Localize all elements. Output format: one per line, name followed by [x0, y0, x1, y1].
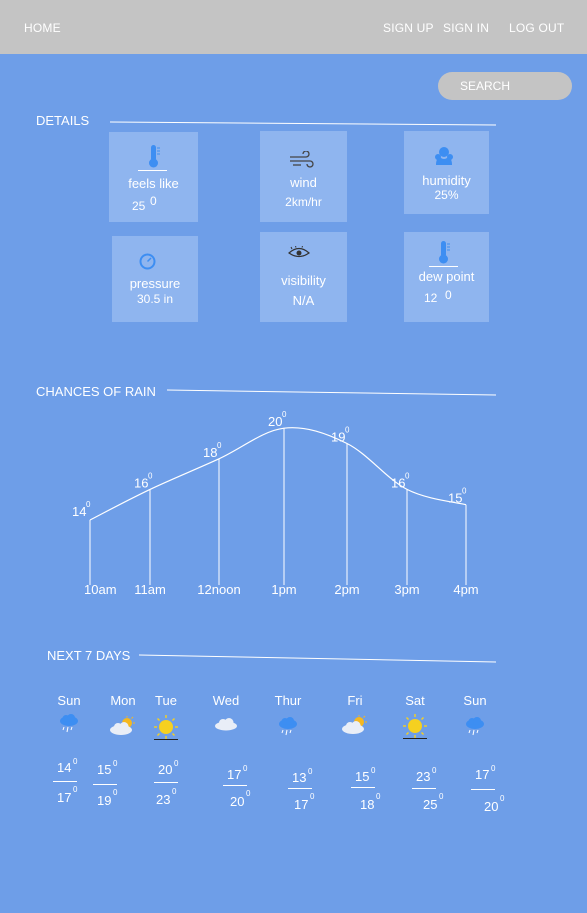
temp-divider [471, 789, 495, 790]
rain-value-label: 15 [448, 491, 462, 506]
partly-cloudy-icon [341, 715, 369, 740]
rain-value-label: 16 [134, 475, 148, 490]
day-name: Thur [274, 693, 302, 708]
temp-divider [93, 784, 117, 785]
rain-time-label: 1pm [271, 582, 296, 597]
temp-divider [351, 787, 375, 788]
temp-divider [412, 788, 436, 789]
rain-cloud-icon [464, 717, 486, 742]
day-name: Wed [212, 693, 240, 708]
day-name: Sun [463, 693, 487, 708]
day-temp-bottom: 19 [97, 793, 112, 808]
rain-curve [89, 427, 467, 521]
rain-cloud-icon [58, 714, 80, 739]
degree-mark: 0 [371, 766, 376, 775]
degree-mark: 0 [243, 764, 248, 773]
degree-mark: 0 [376, 792, 381, 801]
temp-divider [223, 785, 247, 786]
rain-value-label: 20 [268, 414, 282, 429]
degree-mark: 0 [217, 441, 222, 450]
sun-icon [402, 713, 428, 744]
temp-divider [154, 782, 178, 783]
rain-cloud-icon [277, 717, 299, 742]
degree-mark: 0 [73, 757, 78, 766]
degree-mark: 0 [491, 764, 496, 773]
degree-mark: 0 [500, 794, 505, 803]
sun-icon [153, 714, 179, 745]
day-temp-top: 17 [475, 767, 490, 782]
rain-time-label: 2pm [334, 582, 359, 597]
rain-value-label: 16 [391, 475, 405, 490]
degree-mark: 0 [172, 787, 177, 796]
degree-mark: 0 [282, 410, 287, 419]
degree-mark: 0 [148, 471, 153, 480]
day-temp-bottom: 17 [57, 790, 72, 805]
degree-mark: 0 [432, 766, 437, 775]
degree-mark: 0 [405, 471, 410, 480]
day-temp-bottom: 20 [484, 799, 499, 814]
degree-mark: 0 [308, 767, 313, 776]
rain-time-label: 10am [84, 582, 117, 597]
partly-cloudy-icon [109, 716, 137, 741]
temp-divider [288, 788, 312, 789]
day-name: Sun [57, 693, 81, 708]
rain-value-label: 19 [331, 430, 345, 445]
degree-mark: 0 [113, 759, 118, 768]
degree-mark: 0 [345, 426, 350, 435]
day-name: Fri [347, 693, 363, 708]
rain-value-label: 14 [72, 504, 86, 519]
day-temp-top: 14 [57, 760, 72, 775]
rain-time-label: 3pm [394, 582, 419, 597]
day-temp-bottom: 25 [423, 797, 438, 812]
degree-mark: 0 [174, 759, 179, 768]
degree-mark: 0 [462, 487, 467, 496]
rain-time-label: 11am [134, 582, 166, 597]
day-temp-top: 23 [416, 769, 431, 784]
degree-mark: 0 [73, 785, 78, 794]
day-temp-top: 15 [97, 762, 112, 777]
day-temp-top: 17 [227, 767, 242, 782]
temp-divider [53, 781, 77, 782]
degree-mark: 0 [439, 792, 444, 801]
cloud-icon [214, 717, 238, 736]
rain-time-label: 12noon [197, 582, 240, 597]
degree-mark: 0 [246, 789, 251, 798]
day-temp-top: 15 [355, 769, 370, 784]
rain-value-label: 18 [203, 445, 217, 460]
day-name: Tue [155, 693, 177, 708]
day-name: Sat [405, 693, 425, 708]
day-temp-top: 20 [158, 762, 173, 777]
degree-mark: 0 [310, 792, 315, 801]
rain-time-label: 4pm [453, 582, 478, 597]
day-temp-top: 13 [292, 770, 307, 785]
degree-mark: 0 [113, 788, 118, 797]
week-title: NEXT 7 DAYS [47, 648, 131, 663]
degree-mark: 0 [86, 500, 91, 509]
day-temp-bottom: 18 [360, 797, 375, 812]
day-temp-bottom: 23 [156, 792, 171, 807]
day-temp-bottom: 20 [230, 794, 245, 809]
day-temp-bottom: 17 [294, 797, 309, 812]
